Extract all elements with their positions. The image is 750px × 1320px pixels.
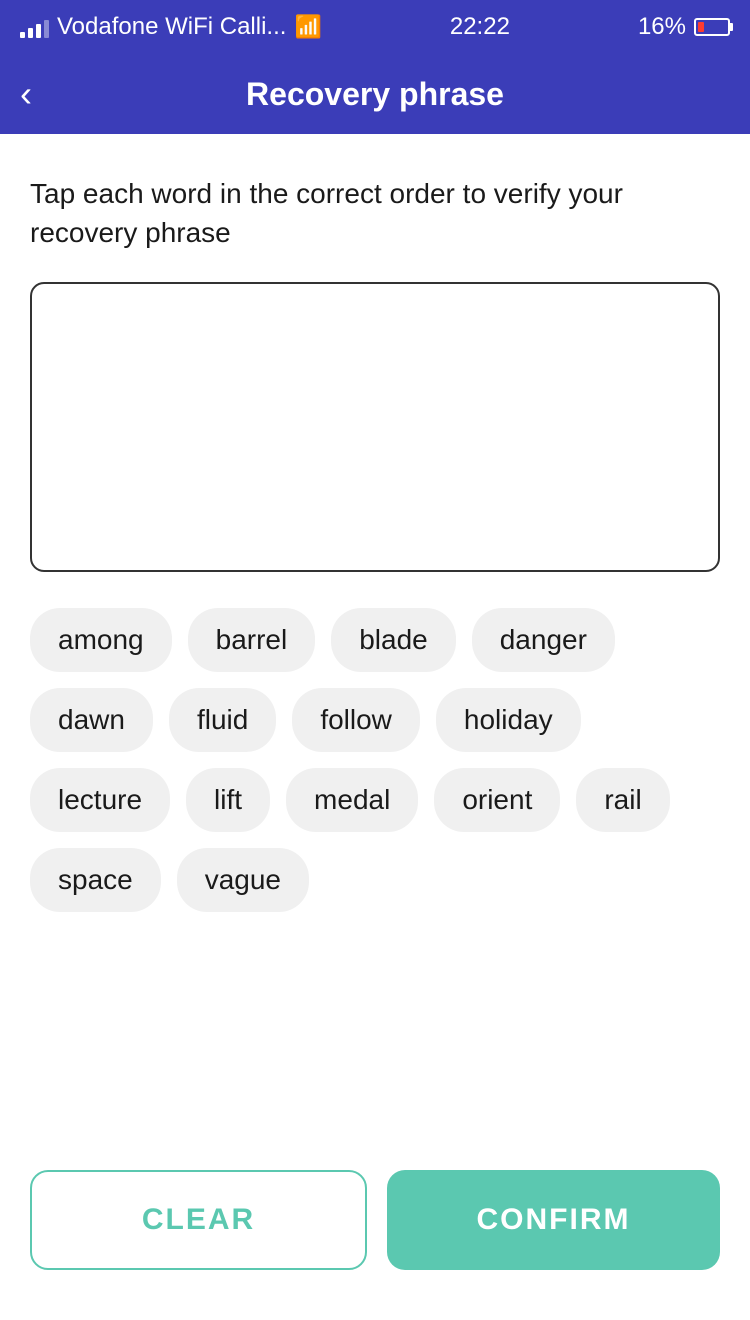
bottom-buttons: CLEAR CONFIRM: [0, 1140, 750, 1320]
battery-icon: [694, 18, 730, 36]
word-chip[interactable]: lift: [186, 768, 270, 832]
status-right: 16%: [638, 13, 730, 41]
time-label: 22:22: [450, 13, 510, 41]
word-chip[interactable]: space: [30, 848, 161, 912]
signal-icon: [20, 16, 49, 38]
wifi-icon: 📶: [294, 14, 321, 40]
header: ‹ Recovery phrase: [0, 54, 750, 134]
word-chip[interactable]: lecture: [30, 768, 170, 832]
word-chip[interactable]: rail: [576, 768, 669, 832]
word-chip[interactable]: among: [30, 608, 172, 672]
word-chip[interactable]: holiday: [436, 688, 581, 752]
confirm-button[interactable]: CONFIRM: [387, 1170, 720, 1270]
instruction-text: Tap each word in the correct order to ve…: [30, 174, 720, 252]
clear-button[interactable]: CLEAR: [30, 1170, 367, 1270]
word-chip[interactable]: blade: [331, 608, 456, 672]
battery-percent: 16%: [638, 13, 686, 41]
back-icon: ‹: [20, 73, 32, 115]
word-chip[interactable]: orient: [434, 768, 560, 832]
status-left: Vodafone WiFi Calli... 📶: [20, 13, 322, 41]
back-button[interactable]: ‹: [20, 73, 32, 115]
word-chip[interactable]: barrel: [188, 608, 316, 672]
word-chip[interactable]: danger: [472, 608, 615, 672]
word-input-area[interactable]: [30, 282, 720, 572]
main-content: Tap each word in the correct order to ve…: [0, 134, 750, 1140]
status-bar: Vodafone WiFi Calli... 📶 22:22 16%: [0, 0, 750, 54]
word-chip[interactable]: vague: [177, 848, 309, 912]
page-title: Recovery phrase: [246, 76, 504, 113]
word-chips-container: amongbarrelbladedanger dawnfluidfollowhol…: [30, 608, 720, 912]
word-chip[interactable]: medal: [286, 768, 418, 832]
word-chip[interactable]: dawn: [30, 688, 153, 752]
word-chip[interactable]: fluid: [169, 688, 276, 752]
carrier-label: Vodafone WiFi Calli...: [57, 13, 286, 41]
word-chip[interactable]: follow: [292, 688, 420, 752]
